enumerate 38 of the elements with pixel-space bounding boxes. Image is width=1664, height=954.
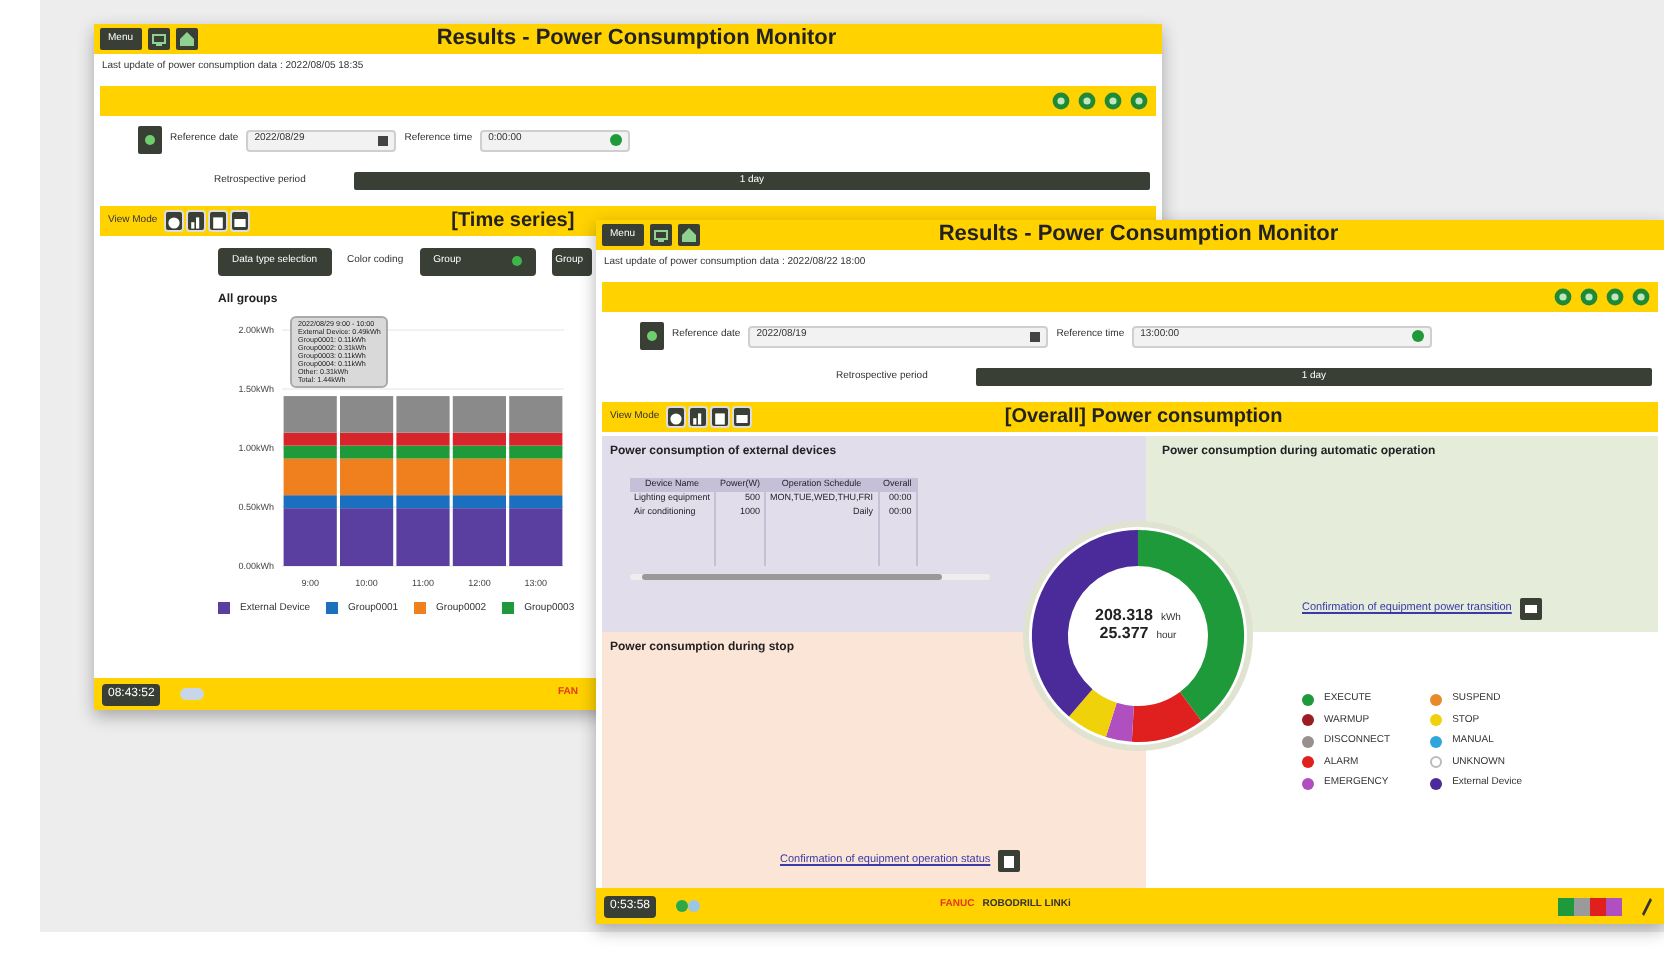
home-button[interactable]	[175, 28, 198, 50]
monitor-icon	[1523, 603, 1538, 615]
pie-chart-icon	[667, 408, 684, 430]
horizontal-scrollbar[interactable]	[630, 572, 990, 583]
operation-status-button[interactable]	[998, 850, 1021, 872]
pill-icon	[180, 688, 205, 700]
power-transition-button[interactable]	[1519, 598, 1542, 620]
document-view-button[interactable]	[207, 210, 228, 232]
bar-chart-icon	[187, 212, 204, 234]
status-dots-icon	[676, 900, 701, 912]
monitor-icon	[653, 229, 668, 241]
home-button[interactable]	[677, 224, 700, 246]
energy-value: 208.318	[1095, 608, 1153, 624]
refresh-button[interactable]	[640, 322, 664, 350]
pie-chart-icon	[165, 212, 182, 234]
view-title: [Overall] Power consumption	[1002, 404, 1285, 432]
bar-chart-view-button[interactable]	[185, 210, 206, 232]
pie-chart-view-button[interactable]	[665, 406, 686, 428]
bar-chart-icon	[689, 408, 706, 430]
pie-chart-view-button[interactable]	[163, 210, 184, 232]
window-title: Results - Power Consumption Monitor	[936, 220, 1341, 251]
view-title: [Time series]	[451, 208, 575, 236]
bar-chart-view-button[interactable]	[687, 406, 708, 428]
document-icon	[1002, 855, 1017, 867]
time-value: 25.377	[1099, 626, 1149, 642]
document-icon	[711, 408, 728, 430]
window-title: Results - Power Consumption Monitor	[434, 24, 839, 55]
screen-button[interactable]	[649, 224, 672, 246]
home-icon	[681, 228, 696, 242]
monitor-view-button[interactable]	[229, 210, 250, 232]
monitor-view-button[interactable]	[731, 406, 752, 428]
monitor-icon	[151, 33, 166, 45]
document-view-button[interactable]	[709, 406, 730, 428]
pen-icon[interactable]	[1642, 897, 1652, 915]
screen-button[interactable]	[147, 28, 170, 50]
refresh-button[interactable]	[138, 126, 162, 154]
document-icon	[209, 212, 226, 234]
home-icon	[179, 32, 194, 46]
